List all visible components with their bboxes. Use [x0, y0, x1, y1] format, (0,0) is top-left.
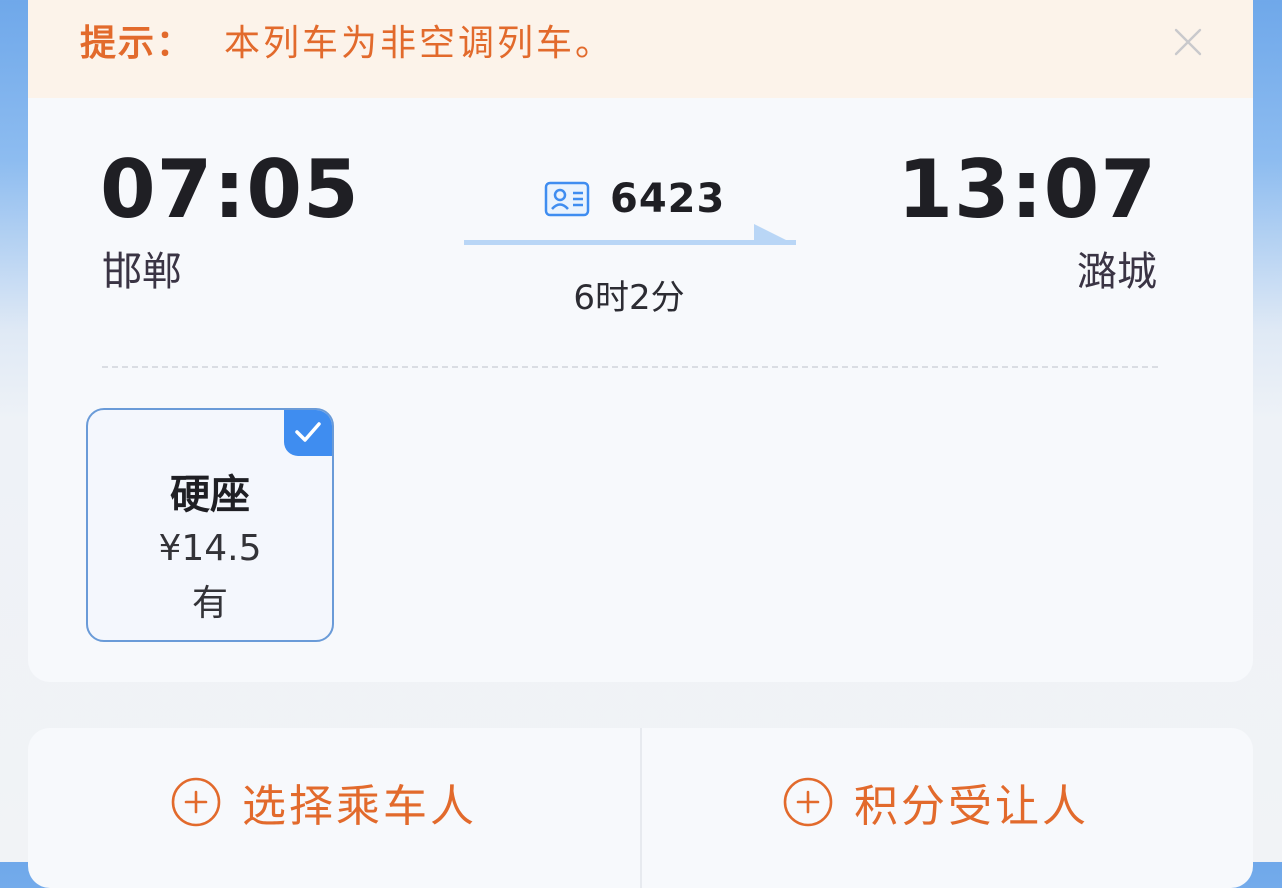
seat-availability: 有 [191, 583, 228, 624]
checkmark-icon [295, 422, 321, 442]
points-transferee-label: 积分受让人 [854, 781, 1089, 832]
selected-badge [284, 410, 332, 456]
close-icon[interactable] [1168, 22, 1208, 62]
train-info-card: 提示： 本列车为非空调列车。 07:05 邯郸 6423 6时2分 13:07 … [28, 0, 1253, 682]
seat-price: ¥14.5 [158, 528, 262, 569]
arrival-station: 潞城 [1077, 249, 1157, 295]
actions-separator [640, 728, 642, 888]
departure-station: 邯郸 [102, 249, 182, 295]
plus-circle-icon [171, 777, 221, 827]
trip-duration: 6时2分 [573, 278, 685, 318]
train-number: 6423 [610, 176, 726, 222]
departure-time: 07:05 [100, 143, 360, 236]
train-number-button[interactable]: 6423 [544, 174, 725, 224]
arrival-time: 13:07 [897, 143, 1157, 236]
points-transferee-button[interactable]: 积分受让人 [782, 762, 1089, 842]
notice-text: 本列车为非空调列车。 [224, 23, 615, 64]
notice-label: 提示： [80, 23, 195, 64]
select-passenger-label: 选择乘车人 [242, 781, 477, 832]
id-card-icon [544, 181, 590, 217]
seat-option-hard-seat[interactable]: 硬座 ¥14.5 有 [86, 408, 334, 642]
plus-circle-icon [783, 777, 833, 827]
seat-type: 硬座 [170, 472, 250, 518]
direction-arrow [464, 224, 796, 245]
select-passenger-button[interactable]: 选择乘车人 [170, 762, 477, 842]
passenger-actions-card: 选择乘车人 积分受让人 [28, 728, 1253, 888]
divider [102, 366, 1158, 368]
notice-bar: 提示： 本列车为非空调列车。 [28, 0, 1253, 98]
